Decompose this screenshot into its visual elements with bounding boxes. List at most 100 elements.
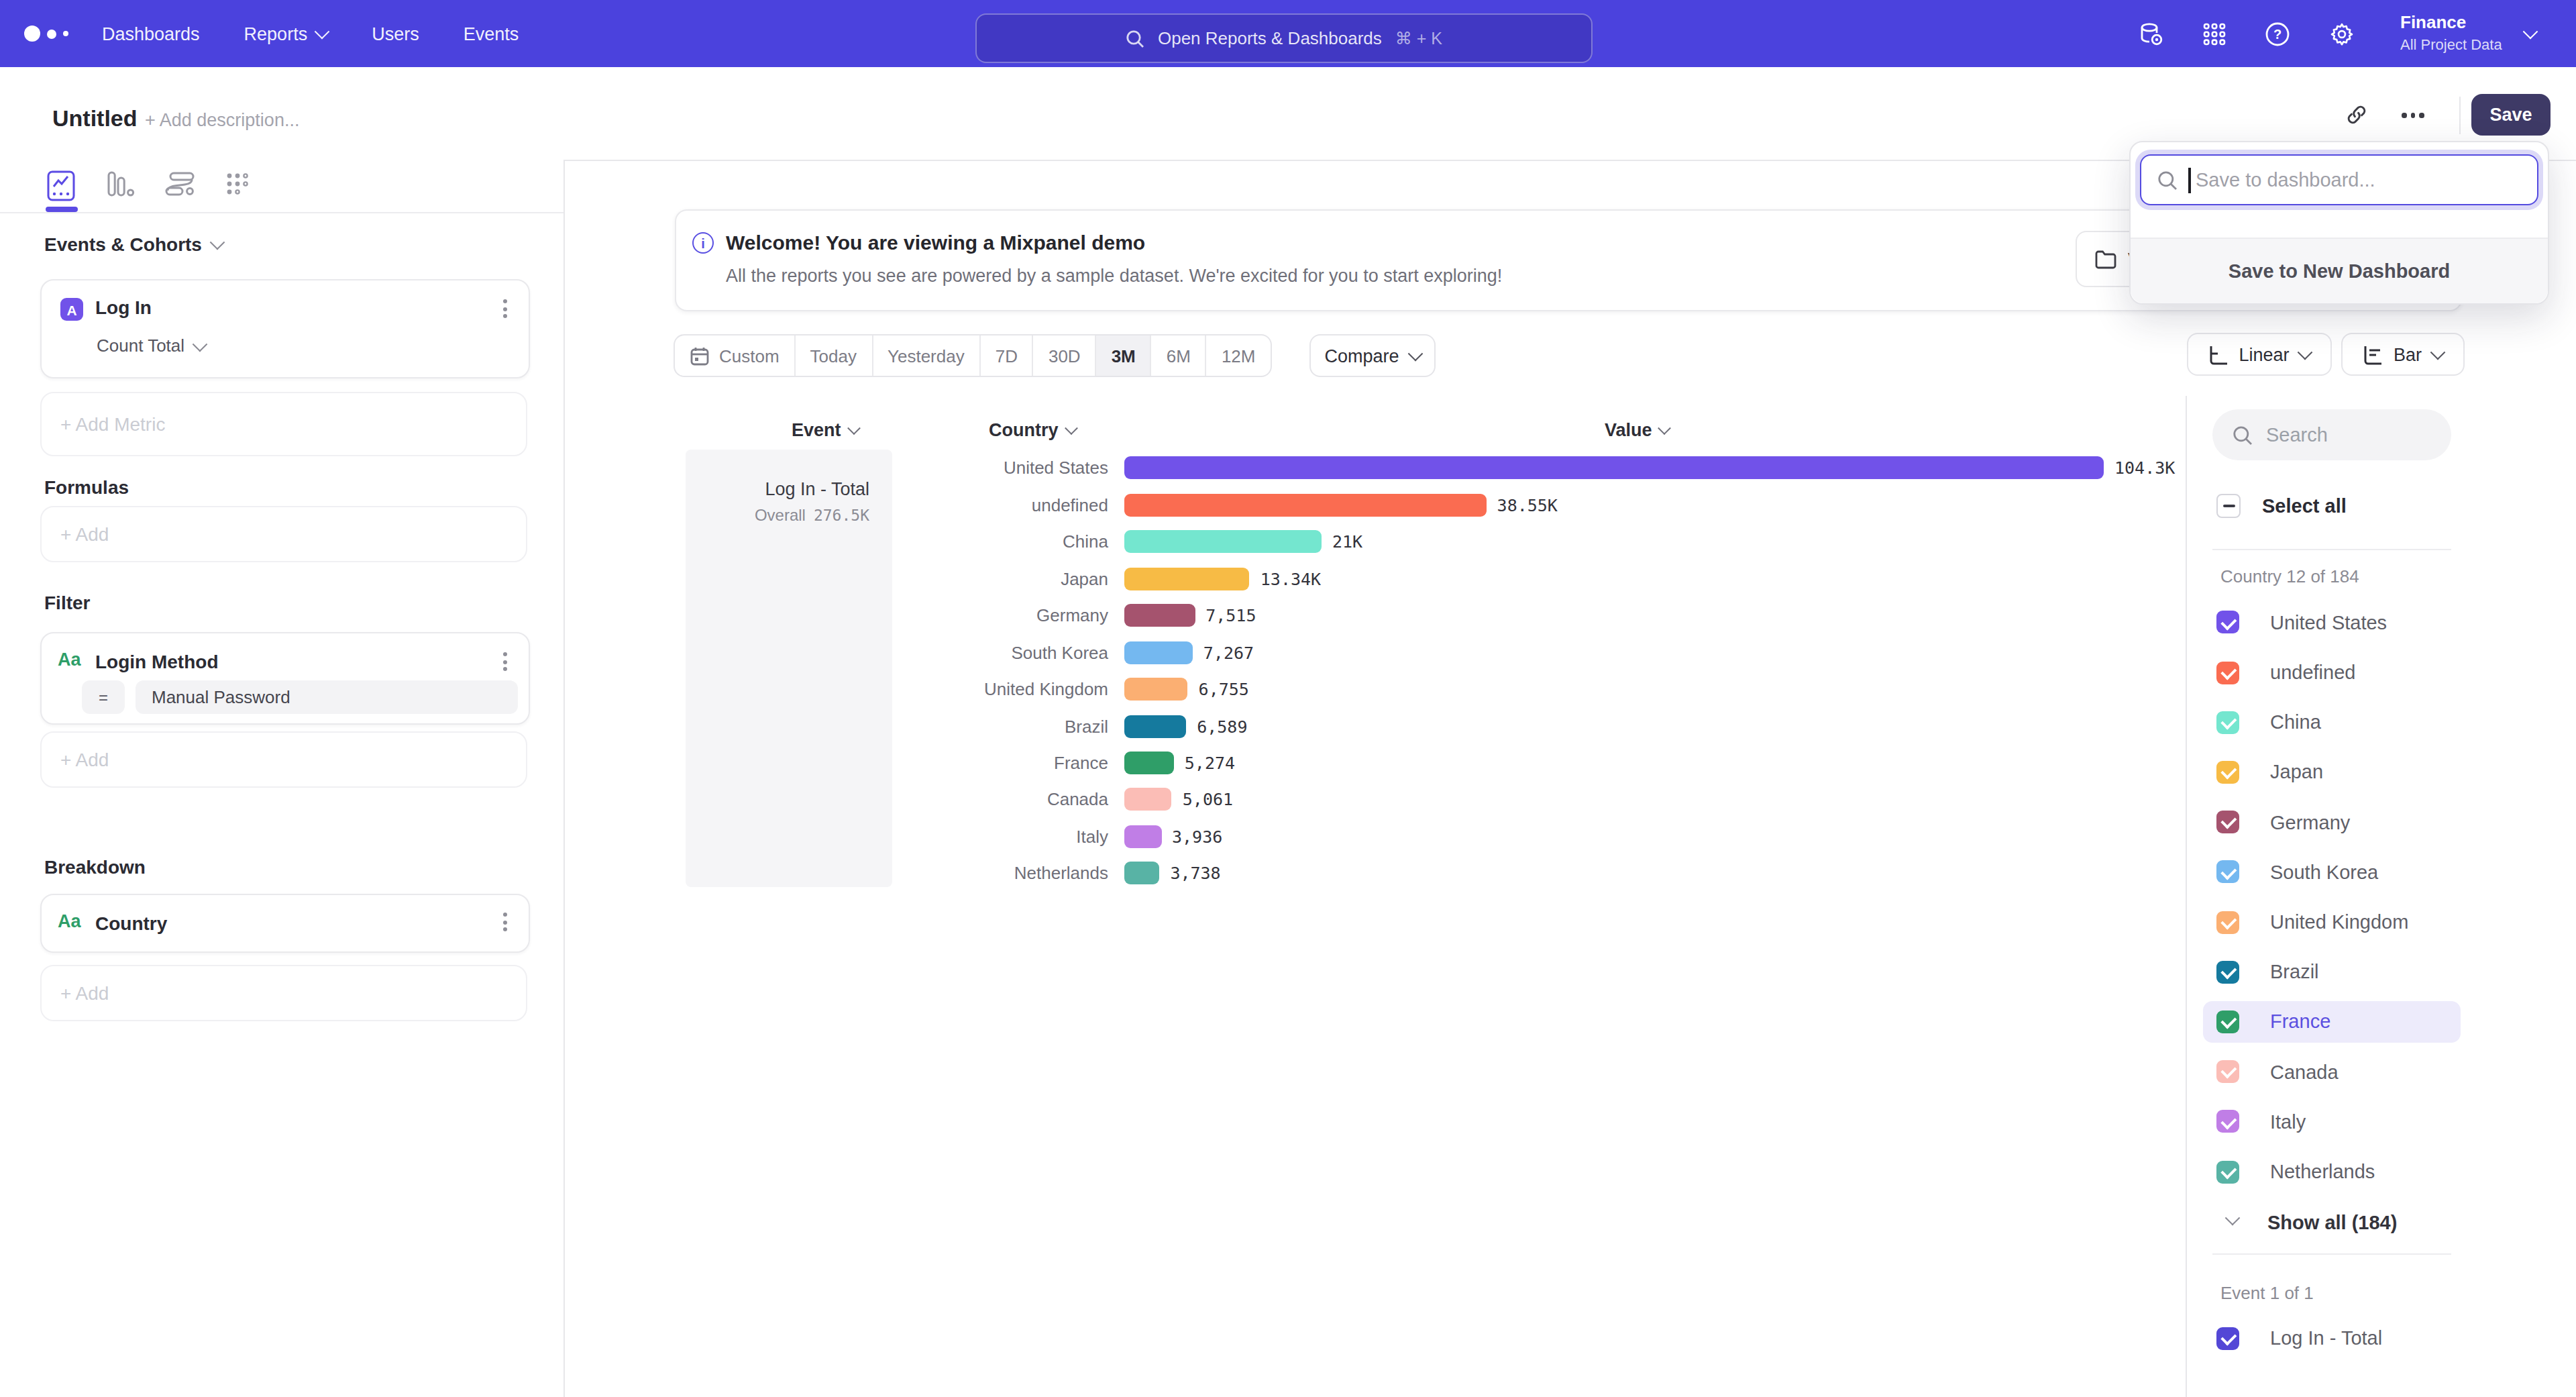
- save-to-new-dashboard-button[interactable]: Save to New Dashboard: [2131, 238, 2548, 303]
- breakdown-header: Breakdown: [44, 856, 146, 878]
- legend-checkbox-netherlands[interactable]: [2216, 1160, 2239, 1183]
- bar[interactable]: [1124, 678, 1188, 701]
- bar[interactable]: [1124, 531, 1322, 554]
- data-management-icon[interactable]: [2139, 21, 2164, 46]
- range-12m[interactable]: 12M: [1207, 335, 1271, 376]
- legend-checkbox-united-kingdom[interactable]: [2216, 911, 2239, 933]
- filter-card[interactable]: Aa Login Method = Manual Password: [40, 632, 530, 725]
- filter-value[interactable]: Manual Password: [136, 680, 518, 714]
- range-yesterday[interactable]: Yesterday: [873, 335, 981, 376]
- chart-scale-selector[interactable]: Linear: [2187, 333, 2332, 376]
- bar[interactable]: [1124, 788, 1172, 811]
- legend-checkbox-italy[interactable]: [2216, 1110, 2239, 1133]
- copy-link-icon[interactable]: [2345, 103, 2368, 126]
- metric-event-name[interactable]: Log In: [95, 297, 152, 318]
- collapse-icon[interactable]: [2225, 1210, 2241, 1226]
- column-header-event[interactable]: Event: [792, 420, 859, 440]
- legend-checkbox-united-states[interactable]: [2216, 611, 2239, 634]
- add-formula-button[interactable]: + Add: [40, 506, 527, 562]
- bar[interactable]: [1124, 862, 1159, 885]
- legend-label[interactable]: Germany: [2270, 811, 2350, 833]
- range-custom[interactable]: Custom: [675, 335, 796, 376]
- legend-checkbox-france[interactable]: [2216, 1011, 2239, 1033]
- bar[interactable]: [1124, 715, 1186, 737]
- bar[interactable]: [1124, 494, 1487, 517]
- range-3m[interactable]: 3M: [1097, 335, 1152, 376]
- filter-property-name[interactable]: Login Method: [95, 651, 219, 672]
- legend-checkbox-china[interactable]: [2216, 711, 2239, 733]
- range-today[interactable]: Today: [796, 335, 873, 376]
- bar[interactable]: [1124, 457, 2104, 480]
- add-breakdown-button[interactable]: + Add: [40, 965, 527, 1021]
- legend-label[interactable]: Netherlands: [2270, 1161, 2375, 1182]
- help-icon[interactable]: ?: [2265, 21, 2290, 46]
- bar[interactable]: [1124, 568, 1250, 590]
- legend-label[interactable]: United States: [2270, 612, 2387, 633]
- bar[interactable]: [1124, 604, 1195, 627]
- column-header-country[interactable]: Country: [989, 420, 1076, 440]
- save-button[interactable]: Save: [2471, 94, 2551, 136]
- add-description-button[interactable]: + Add description...: [145, 110, 299, 130]
- range-6m[interactable]: 6M: [1152, 335, 1207, 376]
- breakdown-property-name[interactable]: Country: [95, 913, 167, 934]
- add-filter-button[interactable]: + Add: [40, 731, 527, 788]
- show-all-button[interactable]: Show all (184): [2267, 1212, 2397, 1233]
- tab-flows[interactable]: [164, 169, 196, 201]
- add-metric-button[interactable]: + Add Metric: [40, 392, 527, 456]
- filter-operator[interactable]: =: [82, 680, 125, 714]
- global-search-button[interactable]: Open Reports & Dashboards ⌘ + K: [975, 13, 1593, 63]
- legend-event-label[interactable]: Log In - Total: [2270, 1327, 2382, 1349]
- breakdown-card[interactable]: Aa Country: [40, 894, 530, 953]
- more-options-button[interactable]: [2402, 113, 2424, 117]
- select-all-checkbox[interactable]: [2216, 494, 2241, 518]
- legend-checkbox-japan[interactable]: [2216, 761, 2239, 784]
- bar[interactable]: [1124, 825, 1161, 848]
- tab-insights[interactable]: [44, 169, 76, 201]
- legend-checkbox-germany[interactable]: [2216, 811, 2239, 833]
- legend-event-checkbox[interactable]: [2216, 1327, 2239, 1349]
- legend-label[interactable]: Italy: [2270, 1111, 2306, 1133]
- events-cohorts-header[interactable]: Events & Cohorts: [44, 234, 223, 255]
- legend-checkbox-brazil[interactable]: [2216, 960, 2239, 983]
- project-chevron-icon[interactable]: [2523, 24, 2538, 40]
- nav-item-users[interactable]: Users: [372, 23, 419, 44]
- save-dashboard-search-input[interactable]: Save to dashboard...: [2140, 154, 2538, 205]
- legend-label[interactable]: China: [2270, 711, 2321, 733]
- nav-item-events[interactable]: Events: [464, 23, 519, 44]
- checkmark-icon: [2220, 1063, 2235, 1078]
- range-7d[interactable]: 7D: [981, 335, 1034, 376]
- legend-label[interactable]: Brazil: [2270, 961, 2319, 982]
- nav-item-reports[interactable]: Reports: [244, 23, 328, 44]
- mixpanel-logo-icon[interactable]: [24, 0, 68, 67]
- compare-button[interactable]: Compare: [1309, 334, 1436, 377]
- aggregation-selector[interactable]: Count Total: [97, 335, 205, 356]
- legend-label[interactable]: United Kingdom: [2270, 911, 2408, 933]
- project-switcher[interactable]: Finance All Project Data: [2400, 12, 2502, 54]
- legend-label[interactable]: Canada: [2270, 1061, 2339, 1082]
- chart-type-selector[interactable]: Bar: [2341, 333, 2465, 376]
- apps-grid-icon[interactable]: [2203, 22, 2226, 45]
- nav-item-dashboards[interactable]: Dashboards: [102, 23, 200, 44]
- banner-subtitle: All the reports you see are powered by a…: [726, 266, 1502, 286]
- report-title[interactable]: Untitled: [52, 106, 138, 133]
- filter-menu-button[interactable]: [503, 652, 507, 671]
- breakdown-menu-button[interactable]: [503, 913, 507, 931]
- legend-search-input[interactable]: Search: [2212, 409, 2451, 460]
- column-header-value[interactable]: Value: [1605, 420, 1670, 440]
- legend-checkbox-canada[interactable]: [2216, 1060, 2239, 1083]
- legend-label[interactable]: France: [2270, 1011, 2330, 1033]
- legend-label[interactable]: South Korea: [2270, 862, 2378, 883]
- tab-retention[interactable]: [223, 169, 255, 201]
- legend-label[interactable]: undefined: [2270, 662, 2355, 683]
- settings-gear-icon[interactable]: [2329, 21, 2355, 46]
- legend-label[interactable]: Japan: [2270, 762, 2323, 783]
- legend-panel-divider: [2186, 396, 2187, 1397]
- bar[interactable]: [1124, 752, 1174, 774]
- legend-checkbox-south-korea[interactable]: [2216, 861, 2239, 884]
- metric-menu-button[interactable]: [503, 299, 507, 318]
- bar[interactable]: [1124, 641, 1193, 664]
- range-30d[interactable]: 30D: [1034, 335, 1097, 376]
- tab-funnels[interactable]: [105, 169, 137, 201]
- metric-card[interactable]: A Log In Count Total: [40, 279, 530, 378]
- legend-checkbox-undefined[interactable]: [2216, 661, 2239, 684]
